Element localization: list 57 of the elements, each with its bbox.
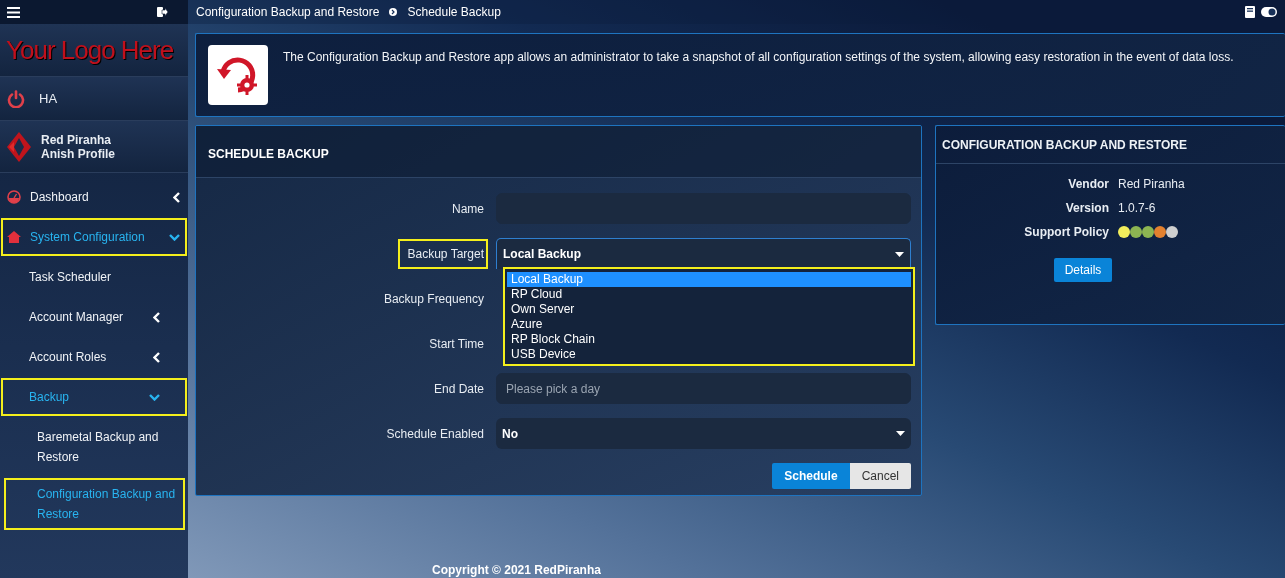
- app-description: The Configuration Backup and Restore app allows an administrator to take a snapshot of all configuration settings of the system, allowing easy restoration in the event of data loss.: [283, 49, 1234, 66]
- dropdown-option[interactable]: Own Server: [507, 302, 911, 317]
- profile-name: Red Piranha: [41, 132, 113, 147]
- dropdown-option[interactable]: Azure: [507, 317, 911, 332]
- cancel-button[interactable]: Cancel: [849, 463, 911, 489]
- field-label: Backup Frequency: [382, 290, 485, 308]
- caret-down-icon: [896, 431, 905, 436]
- select-field[interactable]: No: [496, 418, 911, 449]
- sidebar-item[interactable]: Account Roles: [0, 337, 188, 377]
- info-value: 1.0.7-6: [1118, 200, 1156, 216]
- details-button[interactable]: Details: [1053, 258, 1113, 282]
- info-label: Vendor: [1067, 176, 1109, 192]
- select-field[interactable]: Local Backup: [496, 238, 911, 269]
- sidebar-item[interactable]: Backup: [0, 377, 188, 417]
- chevron-left-icon: [173, 191, 180, 203]
- input-field[interactable]: Please pick a day: [496, 373, 911, 404]
- power-icon: [7, 89, 25, 108]
- book-icon[interactable]: [1244, 6, 1255, 18]
- dropdown-option[interactable]: RP Block Chain: [507, 332, 911, 347]
- sidebar-item[interactable]: Dashboard: [0, 177, 188, 217]
- schedule-button[interactable]: Schedule: [772, 463, 850, 489]
- caret-down-icon: [895, 251, 904, 257]
- field-label: End Date: [432, 380, 485, 398]
- sidebar-item[interactable]: Task Scheduler: [0, 257, 188, 297]
- device-name: HA: [39, 89, 58, 108]
- circle-arrow-icon: [389, 8, 398, 16]
- info-label: Support Policy: [1023, 224, 1109, 240]
- chevron-left-icon: [153, 351, 160, 363]
- sidebar-item[interactable]: Baremetal Backup and Restore: [3, 420, 186, 474]
- panel-title: SCHEDULE BACKUP: [196, 126, 921, 178]
- chevron-down-icon: [149, 393, 160, 401]
- field-label: Schedule Enabled: [385, 425, 485, 443]
- chevron-left-icon: [153, 311, 160, 323]
- house-icon: [7, 231, 21, 243]
- menu-icon[interactable]: [7, 6, 20, 18]
- field-label: Start Time: [428, 335, 485, 353]
- info-label: Version: [1064, 200, 1109, 216]
- sidebar-item[interactable]: Configuration Backup and Restore: [3, 477, 186, 531]
- panel-title: CONFIGURATION BACKUP AND RESTORE: [936, 126, 1285, 164]
- breadcrumb-item: Schedule Backup: [407, 4, 501, 21]
- info-value: Red Piranha: [1118, 176, 1185, 192]
- profile-subtitle: Anish Profile: [41, 146, 115, 161]
- dropdown-option[interactable]: RP Cloud: [507, 287, 911, 302]
- dropdown-option[interactable]: USB Device: [507, 347, 911, 362]
- sidebar-item[interactable]: System Configuration: [0, 217, 188, 257]
- gauge-icon: [7, 190, 21, 204]
- breadcrumb-item[interactable]: Configuration Backup and Restore: [196, 3, 380, 21]
- diamond-logo-icon: [7, 131, 31, 162]
- logo-text: Your Logo Here: [5, 34, 175, 67]
- field-label: Backup Target: [399, 240, 486, 267]
- toggle-icon[interactable]: [1261, 7, 1277, 17]
- copyright-text: Copyright © 2021 RedPiranha: [431, 563, 602, 578]
- sidebar-item[interactable]: Account Manager: [0, 297, 188, 337]
- logout-icon[interactable]: [157, 7, 168, 17]
- input-field[interactable]: [496, 193, 911, 224]
- chevron-down-icon: [169, 233, 180, 241]
- field-label: Name: [451, 200, 485, 218]
